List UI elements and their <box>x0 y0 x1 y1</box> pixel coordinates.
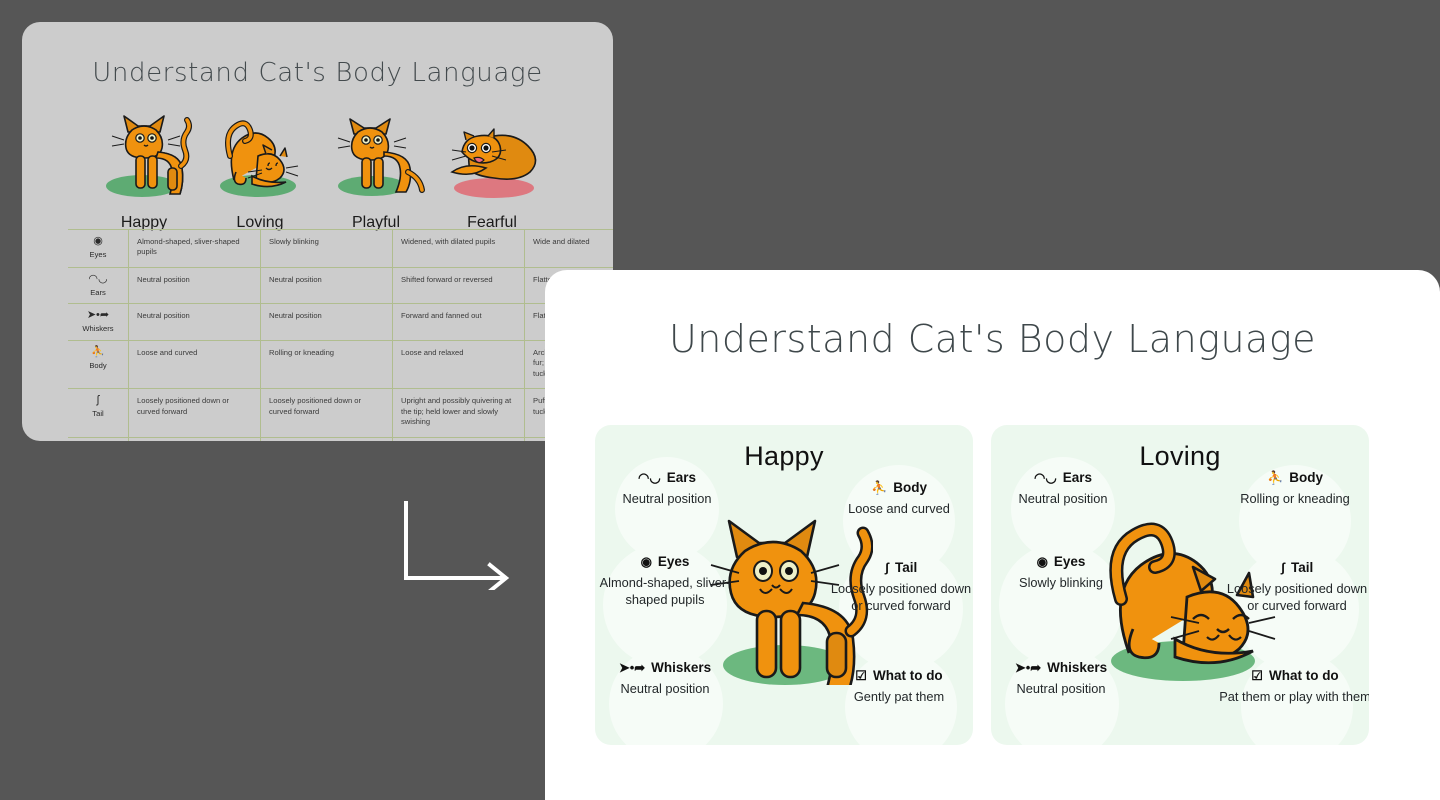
body-icon: ⛹ <box>91 345 105 358</box>
eye-icon: ◉ <box>640 553 652 569</box>
table-row: ◠◡ Ears Neutral position Neutral positio… <box>68 266 613 304</box>
body-icon: ⛹ <box>1267 469 1284 485</box>
cell-body-happy: Loose and curved <box>128 339 261 389</box>
row-header-tail: ʃ Tail <box>68 388 129 438</box>
eye-icon: ◉ <box>1036 553 1048 569</box>
cell-what-to-do-loving: Pat them or play with them <box>260 436 393 441</box>
back-cat-playful: Playful <box>316 110 436 231</box>
cell-tail-happy: Loosely positioned down or curved forwar… <box>128 388 261 438</box>
row-header-eyes: ◉ Eyes <box>68 229 129 268</box>
tail-icon: ʃ <box>96 394 100 407</box>
fact-whiskers: ➤•➦ Whiskers Neutral position <box>618 659 712 697</box>
body-icon: ⛹ <box>871 479 888 495</box>
row-header-whiskers: ➤•➦ Whiskers <box>68 303 129 341</box>
cell-what-to-do-playful: Play with them with our toys <box>392 436 525 441</box>
checkbox-icon: ☑ <box>1251 667 1263 683</box>
tail-icon: ʃ <box>884 559 890 575</box>
back-cat-loving: Loving <box>200 110 320 231</box>
table-row: ➤•➦ Whiskers Neutral position Neutral po… <box>68 303 613 341</box>
cell-what-to-do-happy: Gently pat them <box>128 436 261 441</box>
ears-icon: ◠◡ <box>1034 469 1057 485</box>
cell-body-loving: Rolling or kneading <box>260 339 393 389</box>
back-card-title: Understand Cat's Body Language <box>92 58 543 88</box>
cell-eyes-happy: Almond-shaped, sliver-shaped pupils <box>128 229 261 268</box>
front-card-title: Understand Cat's Body Language <box>668 317 1317 361</box>
cat-stretching-icon <box>200 110 320 202</box>
cell-eyes-fearful: Wide and dilated <box>524 229 613 268</box>
ears-icon: ◠◡ <box>638 469 661 485</box>
row-header-what-to-do: ☑ What to do <box>68 436 129 441</box>
cell-body-playful: Loose and relaxed <box>392 339 525 389</box>
eye-icon: ◉ <box>93 235 103 247</box>
panel-title-happy: Happy <box>744 441 824 471</box>
whiskers-icon: ➤•➦ <box>86 309 110 322</box>
back-cat-fearful: Fearful <box>432 110 552 231</box>
whiskers-icon: ➤•➦ <box>1014 659 1042 675</box>
fact-eyes: ◉ Eyes Slowly blinking <box>1019 553 1103 591</box>
back-card-cat-row: Happy Loving Playful Fearful <box>38 110 598 231</box>
fact-body: ⛹ Body Loose and curved <box>848 479 950 517</box>
panel-happy: Happy ◠◡ Ears Neutral position ◉ Eyes Almo… <box>595 425 973 745</box>
cell-ears-playful: Shifted forward or reversed <box>392 266 525 304</box>
row-header-ears: ◠◡ Ears <box>68 266 129 304</box>
table-row: ʃ Tail Loosely positioned down or curved… <box>68 388 613 438</box>
body-language-table: ◉ Eyes Almond-shaped, sliver-shaped pupi… <box>68 229 613 441</box>
cat-fearful-icon <box>432 110 552 202</box>
cell-whiskers-playful: Forward and fanned out <box>392 303 525 341</box>
fact-body: ⛹ Body Rolling or kneading <box>1240 469 1350 507</box>
cell-ears-happy: Neutral position <box>128 266 261 304</box>
fact-ears: ◠◡ Ears Neutral position <box>622 469 712 507</box>
fact-ears: ◠◡ Ears Neutral position <box>1018 469 1108 507</box>
fact-whiskers: ➤•➦ Whiskers Neutral position <box>1014 659 1108 697</box>
cell-ears-loving: Neutral position <box>260 266 393 304</box>
row-header-body: ⛹ Body <box>68 339 129 389</box>
cell-whiskers-loving: Neutral position <box>260 303 393 341</box>
cat-playful-icon <box>316 110 436 202</box>
panel-title-loving: Loving <box>1139 441 1221 471</box>
cell-eyes-loving: Slowly blinking <box>260 229 393 268</box>
back-cat-happy: Happy <box>84 110 204 231</box>
whiskers-icon: ➤•➦ <box>618 659 646 675</box>
fact-tail: ʃ Tail Loosely positioned down or curved … <box>1226 559 1368 614</box>
ears-icon: ◠◡ <box>88 272 108 285</box>
fact-what-to-do: ☑ What to do Pat them or play with them <box>1219 667 1369 705</box>
table-row: ⛹ Body Loose and curved Rolling or knead… <box>68 339 613 389</box>
cell-tail-playful: Upright and possibly quivering at the ti… <box>392 388 525 438</box>
panel-loving: Loving ◠◡ Ears Neutral position ◉ Eyes Slo… <box>991 425 1369 745</box>
cell-tail-loving: Loosely positioned down or curved forwar… <box>260 388 393 438</box>
cell-eyes-playful: Widened, with dilated pupils <box>392 229 525 268</box>
table-row: ☑ What to do Gently pat them Pat them or… <box>68 436 613 441</box>
back-card-table-version: Understand Cat's Body Language Happy Lov… <box>22 22 613 441</box>
cell-whiskers-happy: Neutral position <box>128 303 261 341</box>
checkbox-icon: ☑ <box>855 667 867 683</box>
cat-standing-icon <box>84 110 204 202</box>
fact-what-to-do: ☑ What to do Gently pat them <box>853 667 945 705</box>
flow-arrow <box>400 495 520 594</box>
fact-eyes: ◉ Eyes Almond-shaped, sliver-shaped pupil… <box>599 553 731 608</box>
fact-tail: ʃ Tail Loosely positioned down or curved … <box>830 559 972 614</box>
table-row: ◉ Eyes Almond-shaped, sliver-shaped pupi… <box>68 229 613 268</box>
tail-icon: ʃ <box>1280 559 1286 575</box>
